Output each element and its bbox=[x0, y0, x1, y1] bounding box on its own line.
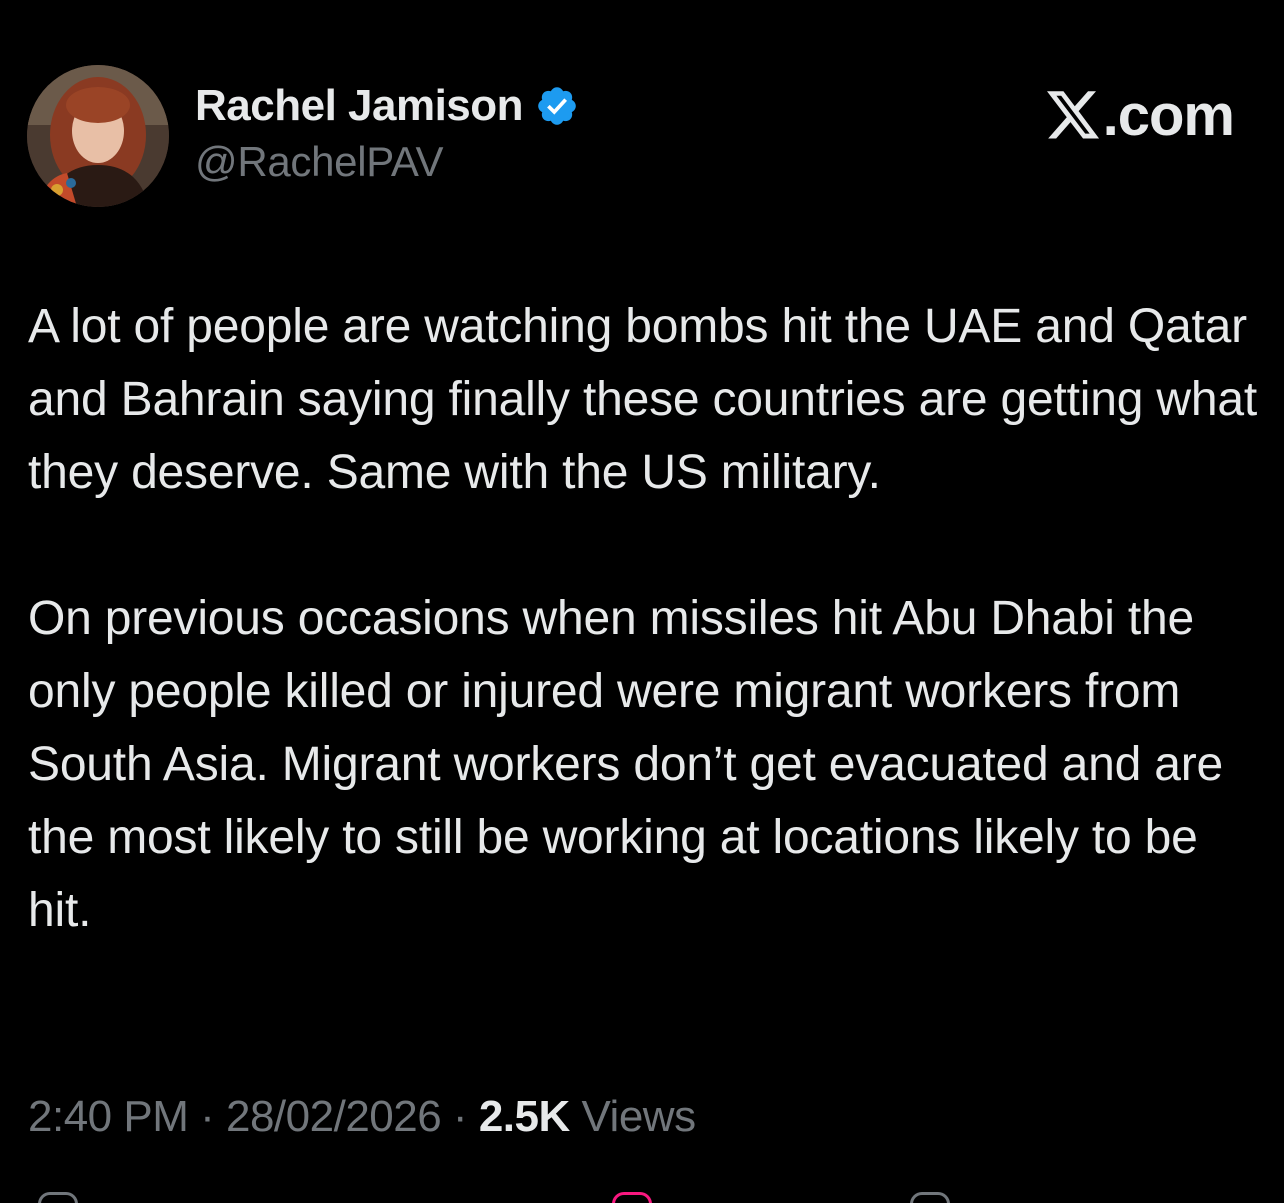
tweet: Rachel Jamison @RachelPAV .com A lot of … bbox=[0, 0, 1284, 1203]
x-logo-icon bbox=[1046, 90, 1101, 141]
avatar-image bbox=[27, 65, 169, 207]
views-label: Views bbox=[581, 1092, 697, 1141]
tweet-paragraph: A lot of people are watching bombs hit t… bbox=[28, 300, 1257, 499]
bookmark-icon[interactable] bbox=[910, 1192, 950, 1203]
action-bar bbox=[0, 1192, 1284, 1203]
tweet-text: A lot of people are watching bombs hit t… bbox=[28, 290, 1258, 947]
display-name[interactable]: Rachel Jamison bbox=[195, 81, 524, 131]
avatar[interactable] bbox=[27, 65, 169, 207]
tweet-date[interactable]: 28/02/2026 bbox=[226, 1092, 442, 1141]
tweet-meta: 2:40 PM · 28/02/2026 · 2.5K Views bbox=[28, 1092, 696, 1142]
author-block: Rachel Jamison @RachelPAV bbox=[195, 80, 579, 186]
name-row: Rachel Jamison bbox=[195, 80, 579, 132]
tweet-paragraph: On previous occasions when missiles hit … bbox=[28, 592, 1224, 937]
meta-separator: · bbox=[441, 1092, 479, 1141]
handle[interactable]: @RachelPAV bbox=[195, 138, 579, 186]
tweet-time[interactable]: 2:40 PM bbox=[28, 1092, 189, 1141]
reply-icon[interactable] bbox=[38, 1192, 78, 1203]
meta-separator: · bbox=[188, 1092, 226, 1141]
verified-badge-icon[interactable] bbox=[535, 84, 579, 128]
brand-text: .com bbox=[1102, 83, 1235, 148]
like-icon[interactable] bbox=[612, 1192, 652, 1203]
brand-watermark: .com bbox=[1046, 82, 1235, 149]
views-count[interactable]: 2.5K bbox=[479, 1092, 570, 1141]
